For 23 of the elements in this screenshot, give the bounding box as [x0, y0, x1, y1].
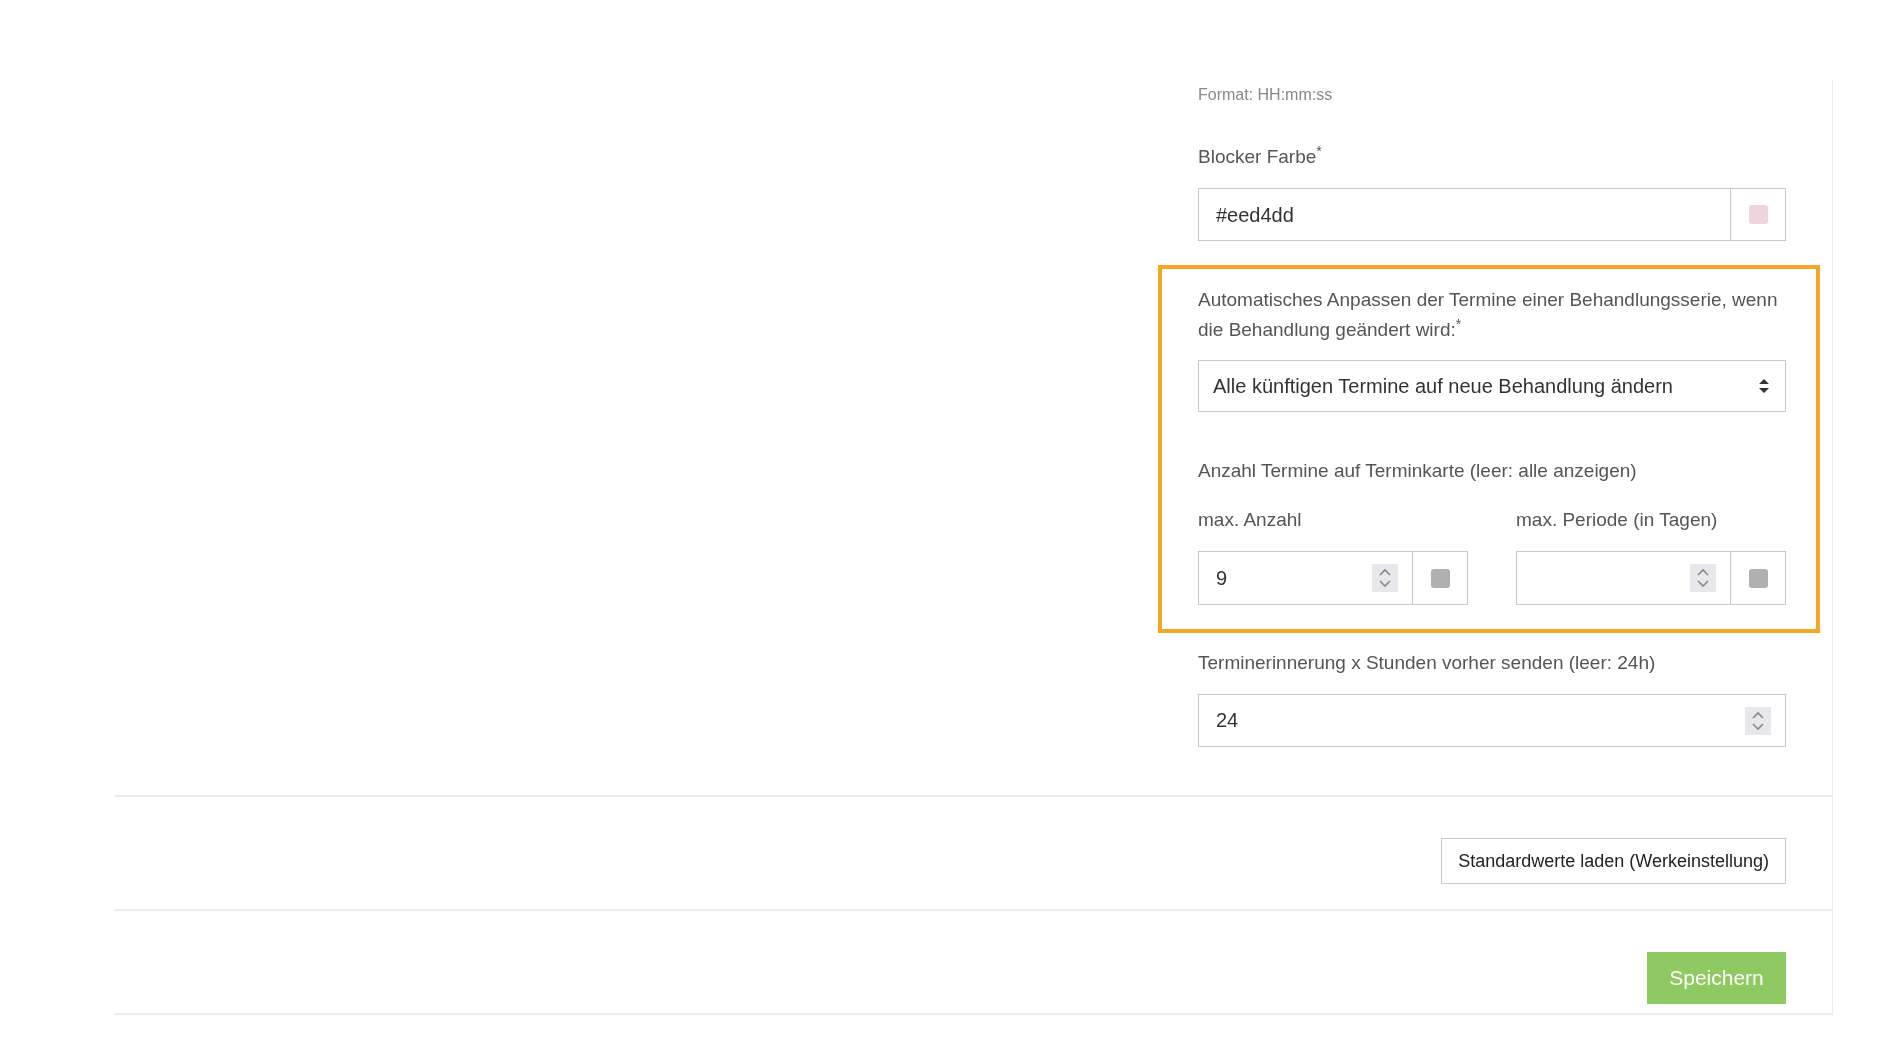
number-field[interactable]: 9	[1198, 551, 1413, 605]
picker-button[interactable]	[1731, 551, 1786, 605]
field-label: max. Periode (in Tagen)	[1516, 509, 1719, 531]
picker-button[interactable]	[1413, 551, 1468, 605]
sort-caret-icon	[1758, 378, 1770, 394]
field-label: Automatisches Anpassen der Termine einer Behandlungsserie, wenn die Behandlung geändert wird:$^{*}$	[1198, 288, 1779, 342]
select-field[interactable]: Alle künftigen Termine auf neue Behandlung ändern	[1198, 360, 1786, 412]
number-field[interactable]: 24	[1198, 694, 1786, 747]
spinner-icon[interactable]	[1690, 564, 1716, 592]
format-hint: Format: HH:mm:ss	[1198, 85, 1334, 105]
number-field[interactable]	[1516, 551, 1731, 605]
load-defaults-button[interactable]: Standardwerte laden (Werkeinstellung)	[1441, 838, 1786, 884]
field-label: Terminerinnerung x Stunden vorher senden (leer: 24h)	[1198, 652, 1657, 674]
spinner-icon[interactable]	[1745, 706, 1771, 735]
color-swatch	[1748, 205, 1768, 224]
color-field[interactable]: #eed4dd	[1198, 188, 1731, 241]
spinner-icon[interactable]	[1372, 564, 1398, 592]
square-icon	[1748, 568, 1768, 588]
square-icon	[1430, 568, 1450, 588]
section-label: Anzahl Termine auf Terminkarte (leer: alle anzeigen)	[1198, 460, 1638, 482]
picker-button[interactable]	[1731, 188, 1786, 241]
field-label: Blocker Farbe$^{*}$	[1198, 146, 1323, 168]
field-label: max. Anzahl	[1198, 509, 1303, 531]
